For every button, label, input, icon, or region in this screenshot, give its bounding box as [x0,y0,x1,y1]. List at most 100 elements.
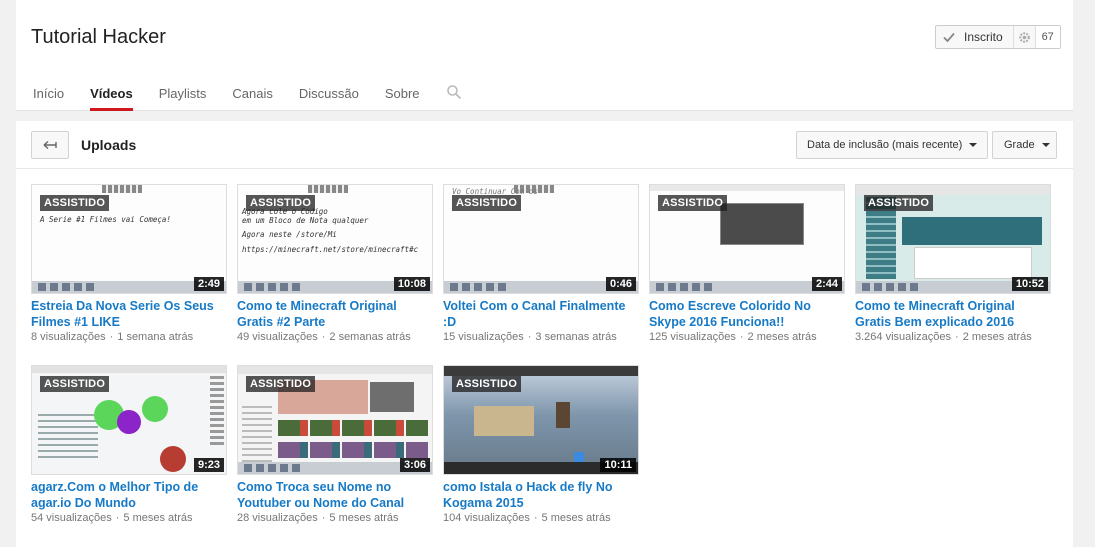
tab-canais[interactable]: Canais [232,78,272,111]
video-duration: 3:06 [399,458,430,472]
video-meta: 49 visualizações · 2 semanas atrás [237,331,411,343]
video-meta: 15 visualizações · 3 semanas atrás [443,331,617,343]
watched-badge: ASSISTIDO [40,376,110,392]
upload-age: 5 meses atrás [123,512,193,524]
view-count: 125 visualizações [649,331,736,343]
video-thumbnail[interactable]: ASSISTIDO 10:11 [443,365,639,475]
search-icon [446,85,461,100]
video-duration: 10:52 [1011,277,1048,291]
tab-playlists[interactable]: Playlists [159,78,207,111]
caret-down-icon [969,143,978,147]
thumb-cell [117,410,141,434]
video-thumbnail[interactable]: ASSISTIDO 10:52 [855,184,1051,294]
thumb-window-bar [308,185,348,193]
thumb-console-window [720,203,804,245]
sort-dropdown[interactable]: Data de inclusão (mais recente) [796,131,989,159]
video-item: ASSISTIDO 10:11 como Istala o Hack de fl… [443,365,639,524]
video-thumbnail[interactable]: ASSISTIDO 9:23 [31,365,227,475]
arrow-left-icon [43,140,57,150]
subscribe-button[interactable]: Inscrito [936,26,1014,48]
video-thumbnail[interactable]: Agora cole o Codigo em um Bloco de Nota … [237,184,433,294]
channel-tabs: Início Vídeos Playlists Canais Discussão… [33,78,462,111]
watched-badge: ASSISTIDO [452,195,522,211]
watched-badge: ASSISTIDO [246,195,316,211]
tab-videos[interactable]: Vídeos [90,78,133,111]
upload-age: 2 meses atrás [962,331,1032,343]
view-count: 8 visualizações [31,331,106,343]
check-icon [943,32,955,43]
upload-age: 1 semana atrás [117,331,194,343]
video-item: ASSISTIDO 3:06 Como Troca seu Nome no Yo… [237,365,433,524]
video-title[interactable]: Como te Minecraft Original Gratis #2 Par… [237,298,433,330]
video-duration: 2:44 [811,277,842,291]
video-title[interactable]: Estreia Da Nova Serie Os Seus Filmes #1 … [31,298,227,330]
thumb-dialog [914,247,1032,279]
upload-age: 5 meses atrás [541,512,611,524]
upload-age: 3 semanas atrás [535,331,617,343]
video-title[interactable]: Como Troca seu Nome no Youtuber ou Nome … [237,479,433,511]
upload-age: 2 meses atrás [747,331,817,343]
subscribe-label: Inscrito [964,30,1003,44]
divider [16,168,1073,169]
video-item: A Serie #1 Filmes vai Começa! ASSISTIDO … [31,184,227,343]
tab-sobre[interactable]: Sobre [385,78,420,111]
caret-down-icon [1041,143,1050,147]
watched-badge: ASSISTIDO [40,195,110,211]
video-meta: 104 visualizações · 5 meses atrás [443,512,611,524]
upload-age: 5 meses atrás [329,512,399,524]
video-thumbnail[interactable]: ASSISTIDO 2:44 [649,184,845,294]
thumb-caption: em um Bloco de Nota qualquer [242,216,369,225]
video-title[interactable]: Voltei Com o Canal Finalmente :D [443,298,639,330]
notification-settings-button[interactable] [1014,26,1036,48]
channel-header: Tutorial Hacker Inscrito 67 Início Vídeo… [16,0,1073,111]
video-meta: 125 visualizações · 2 meses atrás [649,331,817,343]
video-title[interactable]: agarz.Com o Melhor Tipo de agar.io Do Mu… [31,479,227,511]
video-thumbnail[interactable]: ASSISTIDO 3:06 [237,365,433,475]
video-duration: 9:23 [193,458,224,472]
upload-age: 2 semanas atrás [329,331,411,343]
video-duration: 10:11 [600,458,636,472]
tab-inicio[interactable]: Início [33,78,64,111]
view-count: 104 visualizações [443,512,530,524]
view-count: 54 visualizações [31,512,112,524]
video-item: ASSISTIDO 2:44 Como Escreve Colorido No … [649,184,845,343]
watched-badge: ASSISTIDO [658,195,728,211]
thumb-avatar [160,446,186,472]
video-thumbnail[interactable]: A Serie #1 Filmes vai Começa! ASSISTIDO … [31,184,227,294]
sort-label: Data de inclusão (mais recente) [807,139,963,151]
video-item: ASSISTIDO 10:52 Como te Minecraft Origin… [855,184,1051,343]
watched-badge: ASSISTIDO [246,376,316,392]
video-duration: 10:08 [393,277,430,291]
back-button[interactable] [31,131,69,159]
thumb-character [556,402,570,428]
video-title[interactable]: Como te Minecraft Original Gratis Bem ex… [855,298,1051,330]
video-meta: 28 visualizações · 5 meses atrás [237,512,399,524]
uploads-section: Uploads Data de inclusão (mais recente) … [16,121,1073,547]
video-meta: 54 visualizações · 5 meses atrás [31,512,193,524]
video-duration: 0:46 [605,277,636,291]
thumb-caption: Agora neste /store/Mi [242,230,337,239]
section-title: Uploads [81,137,137,153]
watched-badge: ASSISTIDO [452,376,522,392]
channel-title: Tutorial Hacker [31,26,166,48]
thumb-window-bar [102,185,142,193]
view-count: 15 visualizações [443,331,524,343]
video-meta: 8 visualizações · 1 semana atrás [31,331,194,343]
view-count: 28 visualizações [237,512,318,524]
view-count: 3.264 visualizações [855,331,952,343]
view-label: Grade [1004,139,1035,151]
view-dropdown[interactable]: Grade [992,131,1057,159]
video-title[interactable]: como Istala o Hack de fly No Kogama 2015 [443,479,639,511]
watched-badge: ASSISTIDO [864,195,934,211]
video-title[interactable]: Como Escreve Colorido No Skype 2016 Func… [649,298,845,330]
video-item: Vo Continuar Com os ASSISTIDO 0:46 Volte… [443,184,639,343]
video-thumbnail[interactable]: Vo Continuar Com os ASSISTIDO 0:46 [443,184,639,294]
video-item: ASSISTIDO 9:23 agarz.Com o Melhor Tipo d… [31,365,227,524]
subscriber-count: 67 [1035,26,1060,48]
channel-search-button[interactable] [446,78,462,105]
tab-discussao[interactable]: Discussão [299,78,359,111]
thumb-caption: https://minecraft.net/store/minecraft#c [242,245,419,254]
video-meta: 3.264 visualizações · 2 meses atrás [855,331,1032,343]
subscribe-group: Inscrito 67 [935,25,1061,49]
view-count: 49 visualizações [237,331,318,343]
